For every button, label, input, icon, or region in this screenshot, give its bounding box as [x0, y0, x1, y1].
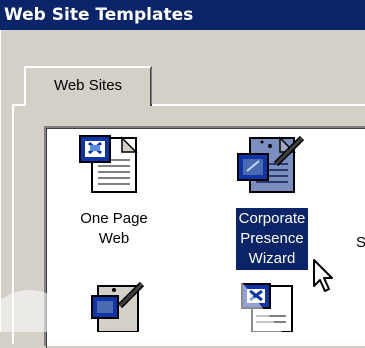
tab-web-sites[interactable]: Web Sites [24, 66, 152, 106]
mouse-cursor-icon [313, 259, 333, 292]
one-page-web-icon[interactable] [78, 134, 154, 196]
tab-edge [151, 68, 152, 104]
template-label: Corporate Presence Wizard [235, 208, 309, 270]
one-page-web-icon[interactable] [240, 282, 300, 332]
template-one-page-web[interactable]: One Page Web [64, 208, 164, 250]
window-title: Web Site Templates [4, 5, 194, 25]
template-label: One Page Web [80, 210, 148, 247]
template-label-partial[interactable]: S [356, 233, 365, 253]
tab-label: Web Sites [53, 77, 123, 94]
wizard-icon[interactable] [236, 134, 312, 196]
window-title-bar[interactable]: Web Site Templates [0, 0, 365, 30]
wizard-icon[interactable] [90, 282, 150, 332]
